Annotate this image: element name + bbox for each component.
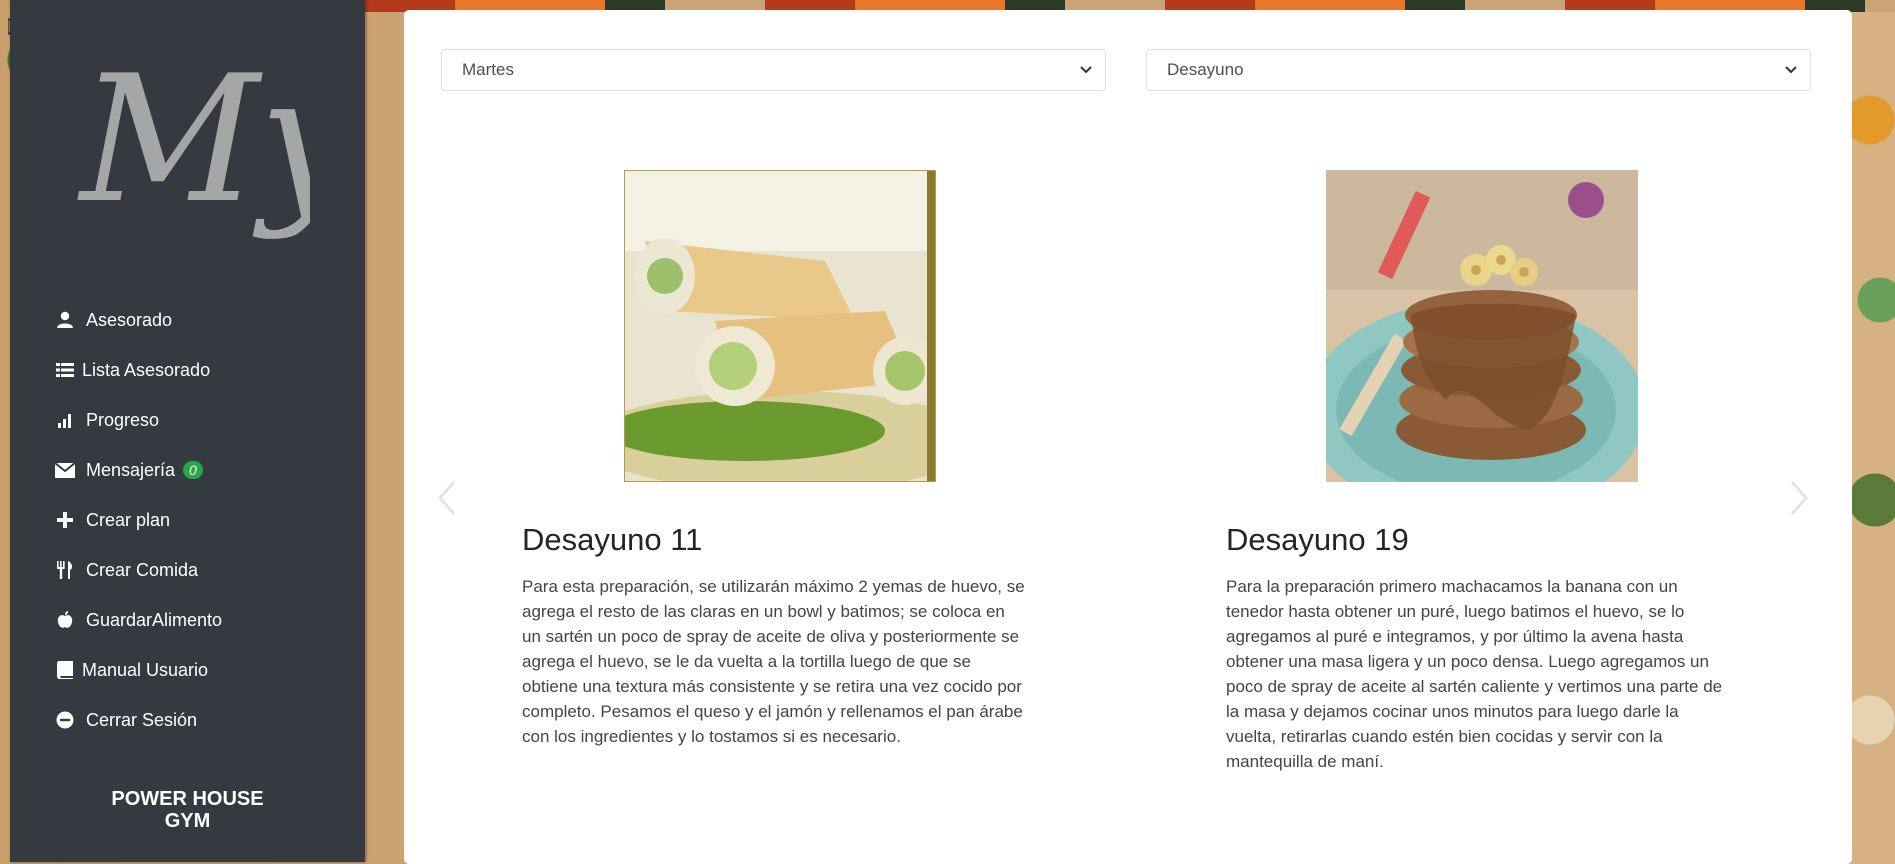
sidebar-item-label: Asesorado <box>86 309 173 330</box>
brand-line-1: POWER HOUSE <box>111 788 264 810</box>
gym-brand: POWER HOUSE GYM <box>10 788 365 832</box>
bar-chart-icon <box>54 410 76 430</box>
carousel-prev-icon[interactable] <box>432 478 462 518</box>
book-icon <box>54 660 76 680</box>
sidebar-item-label: Mensajería <box>86 459 176 480</box>
list-icon <box>54 360 76 380</box>
minus-circle-icon <box>54 710 76 730</box>
sidebar-item-mensajeria[interactable]: Mensajería 0 <box>10 445 365 495</box>
sidebar-item-crear-plan[interactable]: Crear plan <box>10 495 365 545</box>
sidebar-item-asesorado[interactable]: Asesorado <box>10 295 365 345</box>
sidebar-item-lista-asesorado[interactable]: Lista Asesorado <box>10 345 365 395</box>
logo: My <box>77 40 310 240</box>
apple-icon <box>54 610 76 630</box>
pancakes-photo <box>1326 170 1638 482</box>
day-select-value: Martes <box>462 60 514 79</box>
sidebar-item-manual-usuario[interactable]: Manual Usuario <box>10 645 365 695</box>
meal-type-select-value: Desayuno <box>1167 60 1244 79</box>
plus-icon <box>54 510 76 530</box>
meal-description: Para la preparación primero machacamos l… <box>1226 577 1723 771</box>
sidebar-item-label: Lista Asesorado <box>82 359 211 380</box>
sidebar: My Asesorado Lista Asesorado Progreso Me… <box>10 0 365 862</box>
chevron-down-icon <box>1080 66 1092 74</box>
cutlery-icon <box>54 560 76 580</box>
sidebar-nav: Asesorado Lista Asesorado Progreso Mensa… <box>10 295 365 745</box>
day-select[interactable]: Martes <box>441 49 1106 91</box>
meal-plan-card: Martes Desayuno Desayuno 11 Para esta pr… <box>404 10 1852 864</box>
user-icon <box>54 310 76 330</box>
carousel-next-icon[interactable] <box>1784 478 1814 518</box>
sidebar-item-label: Progreso <box>86 409 160 430</box>
sidebar-item-progreso[interactable]: Progreso <box>10 395 365 445</box>
unread-count-badge: 0 <box>183 461 203 479</box>
svg-text:My: My <box>77 40 310 240</box>
sidebar-item-label: Crear Comida <box>86 559 199 580</box>
meal-type-select[interactable]: Desayuno <box>1146 49 1811 91</box>
sidebar-item-crear-comida[interactable]: Crear Comida <box>10 545 365 595</box>
sidebar-item-label: Cerrar Sesión <box>86 709 198 730</box>
sidebar-item-guardar-alimento[interactable]: GuardarAlimento <box>10 595 365 645</box>
sidebar-item-label: Crear plan <box>86 509 171 530</box>
sidebar-item-label: Manual Usuario <box>82 659 209 680</box>
chevron-down-icon <box>1785 66 1797 74</box>
wraps-photo <box>624 170 936 482</box>
meal-description: Para esta preparación, se utilizarán máx… <box>522 577 1025 746</box>
envelope-icon <box>54 460 76 480</box>
brand-line-2: GYM <box>164 810 211 832</box>
meal-title: Desayuno 11 <box>522 522 703 557</box>
sidebar-item-cerrar-sesion[interactable]: Cerrar Sesión <box>10 695 365 745</box>
meal-title: Desayuno 19 <box>1226 522 1409 557</box>
sidebar-item-label: GuardarAlimento <box>86 609 223 630</box>
